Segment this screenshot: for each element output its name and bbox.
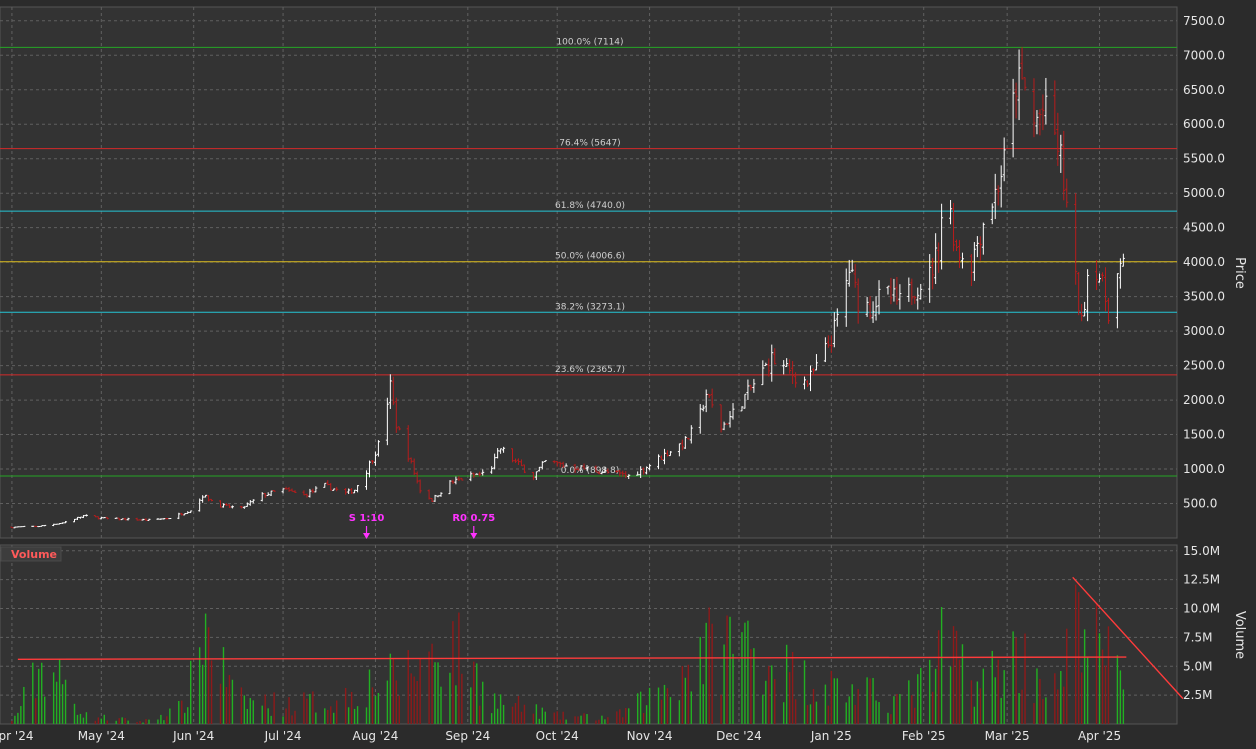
price-tick-label: 2000.0 — [1183, 393, 1225, 407]
x-tick-label: Oct '24 — [536, 729, 579, 743]
volume-tick-label: 10.0M — [1183, 602, 1220, 616]
x-tick-label: Nov '24 — [627, 729, 673, 743]
fib-label: 76.4% (5647) — [559, 139, 620, 149]
price-tick-label: 7000.0 — [1183, 48, 1225, 62]
volume-tick-label: 5.0M — [1183, 659, 1212, 673]
price-tick-label: 7500.0 — [1183, 14, 1225, 28]
event-label: R0 0.75 — [452, 513, 495, 524]
x-tick-label: May '24 — [78, 729, 125, 743]
volume-tick-label: 15.0M — [1183, 544, 1220, 558]
volume-tick-label: 7.5M — [1183, 630, 1212, 644]
volume-axis-title: Volume — [1232, 611, 1247, 659]
x-tick-label: Jun '24 — [172, 729, 214, 743]
price-tick-label: 1000.0 — [1183, 462, 1225, 476]
volume-tick-label: 12.5M — [1183, 573, 1220, 587]
chart-root: Apr '24 May '24 Jun '24 Jul '24 Aug '24 Sep '… — [0, 0, 1256, 749]
fib-label: 38.2% (3273.1) — [555, 302, 625, 312]
price-tick-label: 5500.0 — [1183, 152, 1225, 166]
x-tick-label: Dec '24 — [716, 729, 762, 743]
fib-label: 23.6% (2365.7) — [555, 365, 625, 375]
x-tick-label: Feb '25 — [902, 729, 946, 743]
price-volume-chart: Apr '24 May '24 Jun '24 Jul '24 Aug '24 Sep '… — [0, 6, 1247, 743]
volume-badge-label: Volume — [11, 548, 57, 561]
price-tick-label: 6500.0 — [1183, 83, 1225, 97]
fib-label: 61.8% (4740.0) — [555, 201, 625, 211]
price-panel — [0, 6, 1178, 539]
fib-label: 100.0% (7114) — [556, 37, 623, 47]
price-tick-label: 1500.0 — [1183, 428, 1225, 442]
x-tick-label: Sep '24 — [445, 729, 490, 743]
x-tick-label: Jul '24 — [264, 729, 302, 743]
x-tick-label: Mar '25 — [985, 729, 1030, 743]
x-tick-label: Apr '24 — [0, 729, 33, 743]
fib-label: 0.0% (898.8) — [561, 466, 620, 476]
price-tick-label: 3500.0 — [1183, 290, 1225, 304]
price-axis-title: Price — [1232, 257, 1247, 289]
price-tick-label: 6000.0 — [1183, 117, 1225, 131]
x-tick-label: Aug '24 — [353, 729, 399, 743]
price-tick-label: 3000.0 — [1183, 324, 1225, 338]
price-tick-label: 2500.0 — [1183, 359, 1225, 373]
price-tick-label: 500.0 — [1183, 497, 1217, 511]
price-tick-label: 4000.0 — [1183, 255, 1225, 269]
price-tick-label: 5000.0 — [1183, 186, 1225, 200]
volume-panel — [0, 544, 1178, 725]
price-tick-label: 4500.0 — [1183, 221, 1225, 235]
x-tick-label: Jan '25 — [810, 729, 852, 743]
x-tick-label: Apr '25 — [1078, 729, 1121, 743]
fib-label: 50.0% (4006.6) — [555, 252, 625, 262]
volume-tick-label: 2.5M — [1183, 688, 1212, 702]
event-label: S 1:10 — [349, 513, 385, 524]
